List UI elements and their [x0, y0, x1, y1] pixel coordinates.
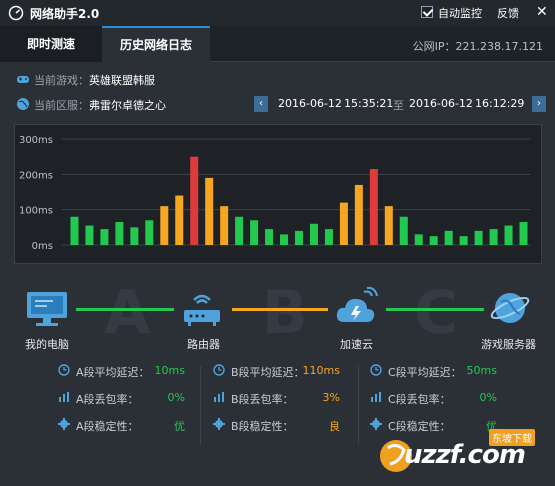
node-label-router: 路由器 [187, 338, 220, 351]
node-label-computer: 我的电脑 [25, 338, 69, 351]
latency-bar [309, 223, 318, 245]
app-title: 网络助手2.0 [30, 7, 100, 21]
y-tick-label: 0ms [32, 241, 53, 252]
stat-value-c-latency: 50ms [466, 364, 497, 377]
app-window: 网络助手2.0 自动监控 反馈 ✕ 即时测速 历史网络日志 公网IP：221.2… [0, 0, 555, 486]
latency-bar [339, 202, 348, 245]
time-range-separator: 至 [393, 99, 404, 112]
latency-bar [175, 195, 184, 245]
current-game-value: 英雄联盟韩服 [89, 74, 155, 87]
latency-bar [190, 156, 199, 245]
y-tick-label: 300ms [19, 135, 53, 146]
current-game-label: 当前游戏： [34, 74, 89, 87]
latency-bar [519, 222, 528, 245]
y-tick-label: 100ms [19, 206, 53, 217]
latency-bar [130, 227, 139, 245]
latency-bar [85, 225, 94, 245]
clock-icon [213, 364, 225, 376]
watermark-tag: 东坡下载 [489, 429, 535, 446]
latency-bar [474, 230, 483, 245]
latency-bar [70, 216, 79, 245]
next-time-button[interactable]: › [532, 96, 546, 112]
current-region-value: 弗雷尔卓德之心 [89, 99, 166, 112]
latency-bar [369, 169, 378, 245]
computer-icon [27, 292, 67, 326]
latency-bar [384, 206, 393, 245]
latency-bar [160, 206, 169, 245]
start-time: 15:35:21 [344, 97, 394, 110]
latency-bar [100, 229, 109, 245]
signal-bars-icon [371, 392, 381, 402]
clock-icon [370, 364, 382, 376]
end-date: 2016-06-12 [409, 97, 473, 110]
tab-bar: 即时测速 历史网络日志 公网IP：221.238.17.121 [0, 26, 555, 62]
latency-bar [429, 236, 438, 245]
node-label-cloud: 加速云 [340, 338, 373, 351]
stat-value-c-loss: 0% [479, 391, 497, 404]
segment-letter-b: B [262, 278, 308, 348]
latency-bar [459, 236, 468, 245]
latency-bar [265, 229, 274, 245]
latency-bar [489, 229, 498, 245]
cloud-icon [336, 286, 378, 322]
tab-history-log[interactable]: 历史网络日志 [102, 26, 210, 62]
signal-bars-icon [214, 392, 224, 402]
segment-c-link [386, 308, 484, 311]
latency-chart-svg: 300ms 200ms 100ms 0ms [19, 135, 531, 252]
start-date: 2016-06-12 [278, 97, 342, 110]
gear-icon [58, 418, 70, 430]
network-path-diagram: A B C 我的电脑 路由器 加速云 游戏服务器 [0, 272, 555, 360]
segment-letter-c: C [414, 278, 459, 348]
current-region-label: 当前区服： [34, 99, 89, 112]
globe-icon [17, 98, 29, 110]
latency-bar [324, 229, 333, 245]
latency-bar [115, 222, 124, 245]
gear-icon [213, 418, 225, 430]
router-icon [184, 294, 220, 326]
latency-bar [444, 230, 453, 245]
stat-row-loss: C段丢包率： 0% [312, 389, 497, 407]
latency-bar [399, 216, 408, 245]
tab-instant-speed-test[interactable]: 即时测速 [0, 26, 102, 62]
latency-bar [354, 184, 363, 245]
latency-bar [280, 234, 289, 245]
gamepad-icon [17, 76, 29, 83]
auto-monitor-label[interactable]: 自动监控 [438, 5, 482, 21]
latency-bar [235, 216, 244, 245]
y-tick-label: 200ms [19, 170, 53, 181]
segment-a-link [76, 308, 174, 311]
latency-bar [220, 206, 229, 245]
auto-monitor-checkbox[interactable] [421, 6, 433, 18]
signal-bars-icon [59, 392, 69, 402]
stat-row-avg-latency: C段平均延迟： 50ms [312, 362, 497, 380]
feedback-button[interactable]: 反馈 [497, 5, 519, 21]
segment-letter-a: A [104, 278, 151, 348]
node-label-game-server: 游戏服务器 [481, 338, 536, 351]
latency-bar [250, 220, 259, 245]
speedometer-icon [8, 5, 24, 21]
clock-icon [58, 364, 70, 376]
title-bar: 网络助手2.0 自动监控 反馈 ✕ [0, 0, 555, 26]
latency-bar [205, 177, 214, 245]
latency-bar [504, 225, 513, 245]
end-time: 16:12:29 [475, 97, 525, 110]
latency-bar [145, 220, 154, 245]
public-ip: 公网IP：221.238.17.121 [412, 40, 543, 53]
latency-chart: 300ms 200ms 100ms 0ms [14, 124, 542, 264]
close-icon[interactable]: ✕ [536, 4, 548, 20]
segment-b-link [232, 308, 328, 311]
latency-bar [414, 234, 423, 245]
prev-time-button[interactable]: ‹ [254, 96, 268, 112]
latency-bar [295, 230, 303, 245]
game-server-icon [490, 293, 530, 323]
